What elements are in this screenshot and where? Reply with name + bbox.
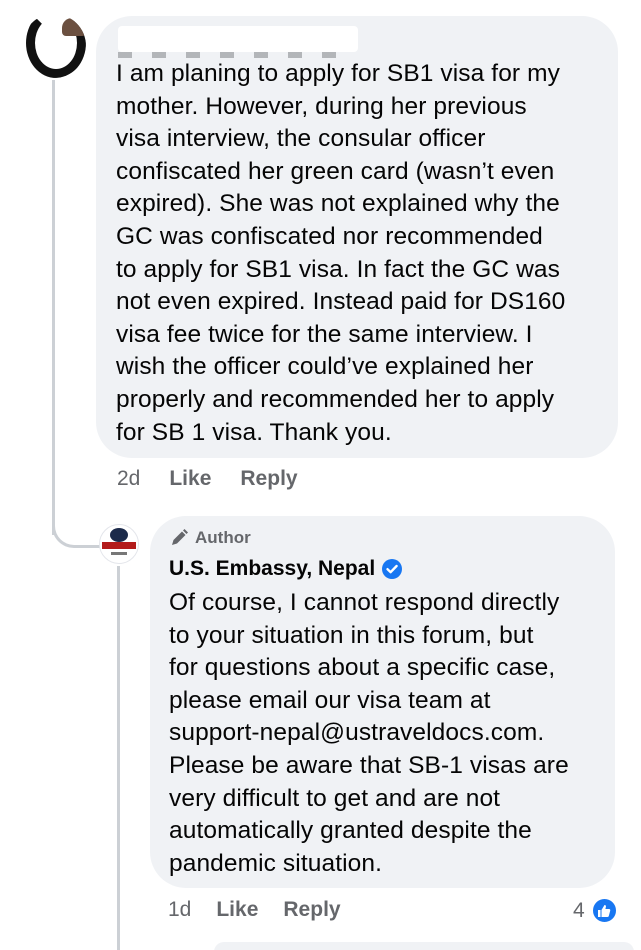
email-link[interactable]: support-nepal@ustraveldocs.com.: [169, 717, 609, 750]
reply-button[interactable]: Reply: [240, 467, 297, 491]
comment-line: for SB 1 visa. Thank you.: [116, 418, 392, 446]
thread-connector: [52, 500, 102, 548]
author-badge-label: Author: [195, 528, 251, 547]
reply-bubble: Author U.S. Embassy, Nepal Of course, I …: [150, 516, 615, 888]
next-comment-bubble: [214, 942, 634, 950]
comment-line: properly and recommended her to apply: [116, 385, 555, 413]
thumbs-up-icon: [590, 897, 618, 924]
comment-line: visa interview, the consular officer: [116, 125, 486, 153]
reply-thread-line: [117, 566, 120, 950]
reply-actions: 1d Like Reply: [168, 898, 341, 922]
comment-line: confiscated her green card (wasn’t even: [116, 157, 555, 185]
comment-bubble: I am planing to apply for SB1 visa for m…: [96, 16, 618, 458]
comment-line: expired). She was not explained why the: [116, 190, 560, 218]
pencil-icon: [172, 529, 188, 545]
comment-timestamp[interactable]: 2d: [117, 467, 140, 491]
thread-line: [52, 80, 55, 535]
reply-line: to your situation in this forum, but: [169, 621, 534, 649]
comment-actions: 2d Like Reply: [117, 467, 298, 491]
comment-line: I am planing to apply for SB1 visa for m…: [116, 60, 560, 87]
reply-body: Of course, I cannot respond directly to …: [169, 587, 609, 880]
avatar-photo-detail: [62, 18, 86, 36]
reply-line: please email our visa team at: [169, 686, 491, 714]
reaction-count: 4: [573, 898, 585, 922]
reply-timestamp[interactable]: 1d: [168, 898, 191, 922]
comment-thread: I am planing to apply for SB1 visa for m…: [0, 0, 641, 950]
comment-line: visa fee twice for the same interview. I: [116, 320, 533, 348]
author-badge: Author: [169, 528, 251, 548]
reply-line: for questions about a specific case,: [169, 654, 556, 682]
reply-line: very difficult to get and are not: [169, 784, 501, 812]
commenter-avatar[interactable]: [22, 14, 86, 78]
embassy-seal-icon: [110, 528, 128, 542]
reply-line: Please be aware that SB-1 visas are: [169, 751, 569, 779]
like-button[interactable]: Like: [169, 467, 211, 491]
page-name-link[interactable]: U.S. Embassy, Nepal: [169, 557, 375, 581]
embassy-banner-icon: [102, 542, 136, 549]
reaction-summary[interactable]: 4: [573, 897, 618, 924]
embassy-avatar[interactable]: [99, 524, 139, 564]
comment-line: wish the officer could’ve explained her: [116, 353, 534, 381]
reply-author: U.S. Embassy, Nepal: [169, 557, 403, 581]
reply-button[interactable]: Reply: [283, 898, 340, 922]
comment-line: not even expired. Instead paid for DS160: [116, 288, 566, 316]
comment-line: mother. However, during her previous: [116, 92, 527, 120]
redacted-commenter-name: [118, 26, 358, 52]
like-button[interactable]: Like: [216, 898, 258, 922]
reply-line: automatically granted despite the: [169, 817, 532, 845]
reply-line: pandemic situation.: [169, 849, 382, 877]
comment-body: I am planing to apply for SB1 visa for m…: [116, 58, 606, 449]
reply-line: Of course, I cannot respond directly: [169, 589, 560, 616]
comment-line: to apply for SB1 visa. In fact the GC wa…: [116, 255, 560, 283]
comment-line: GC was confiscated nor recommended: [116, 222, 543, 250]
verified-badge-icon: [382, 559, 403, 579]
embassy-subtitle-mark: [111, 552, 127, 555]
